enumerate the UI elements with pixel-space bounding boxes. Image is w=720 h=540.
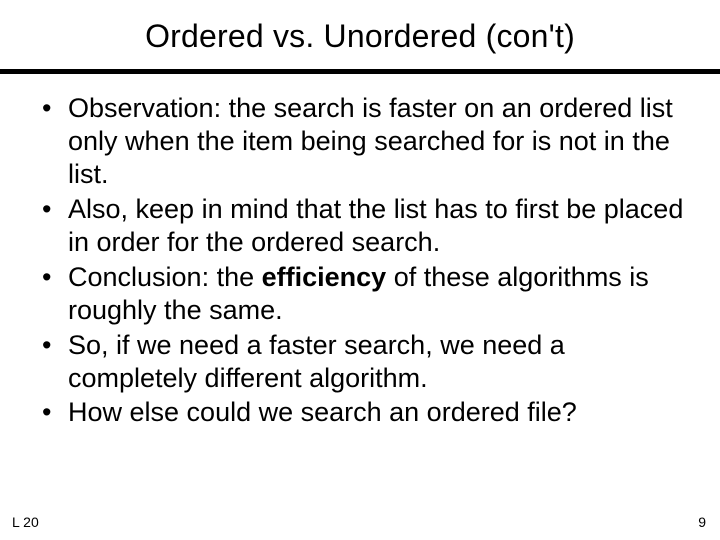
bullet-item: Also, keep in mind that the list has to …: [48, 193, 690, 259]
slide-title: Ordered vs. Unordered (con't): [0, 18, 720, 55]
content-area: Observation: the search is faster on an …: [0, 74, 720, 429]
slide-number: 9: [698, 514, 706, 530]
bullet-item: So, if we need a faster search, we need …: [48, 329, 690, 395]
bullet-list: Observation: the search is faster on an …: [48, 92, 690, 429]
bullet-text-bold: efficiency: [262, 262, 387, 292]
bullet-item: Observation: the search is faster on an …: [48, 92, 690, 191]
bullet-text: How else could we search an ordered file…: [68, 397, 577, 427]
bullet-item: How else could we search an ordered file…: [48, 396, 690, 429]
bullet-text: Observation: the search is faster on an …: [68, 93, 673, 189]
bullet-text: Also, keep in mind that the list has to …: [68, 194, 683, 257]
title-wrap: Ordered vs. Unordered (con't): [0, 0, 720, 63]
footer-left: L 20: [12, 514, 39, 530]
bullet-item: Conclusion: the efficiency of these algo…: [48, 261, 690, 327]
bullet-text: Conclusion: the: [68, 262, 262, 292]
bullet-text: So, if we need a faster search, we need …: [68, 330, 565, 393]
slide: Ordered vs. Unordered (con't) Observatio…: [0, 0, 720, 540]
